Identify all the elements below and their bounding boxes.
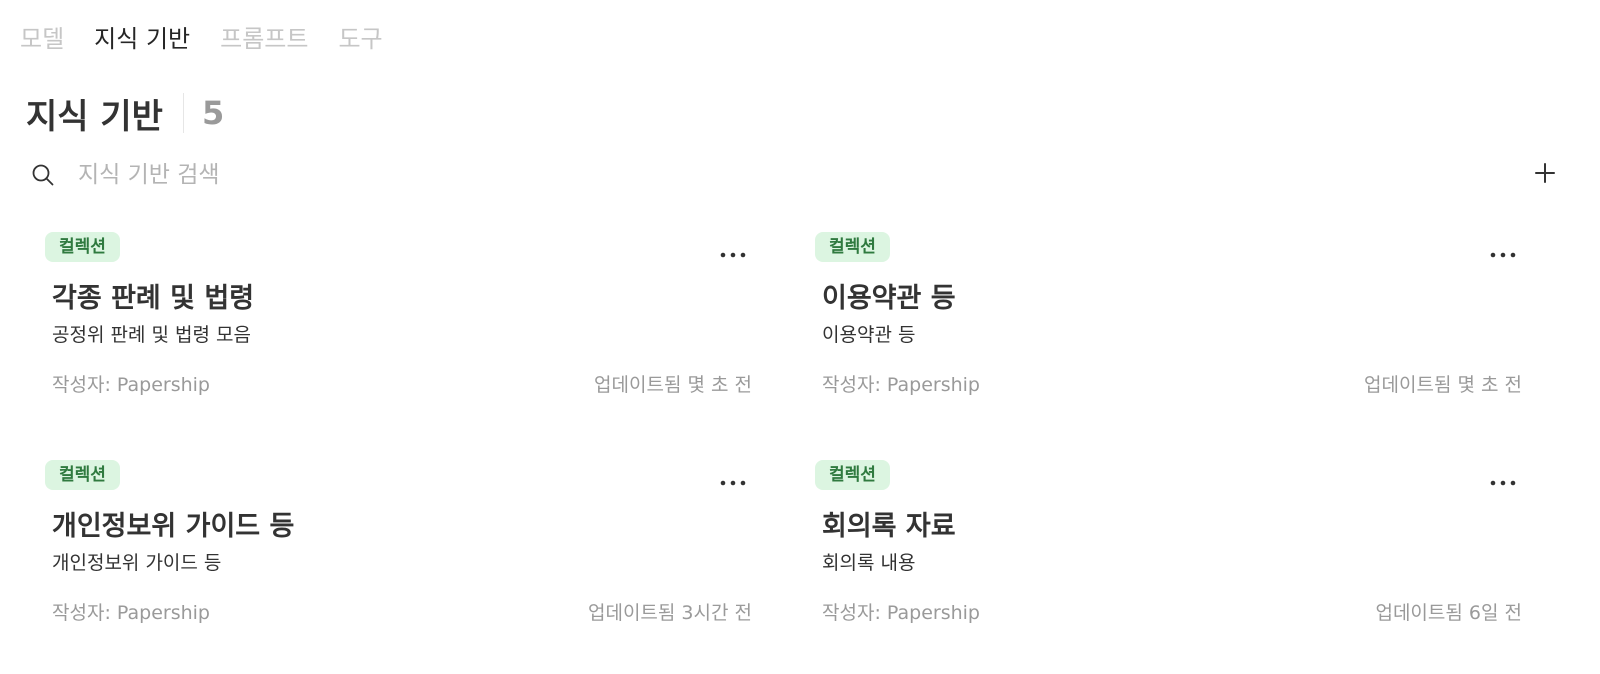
tab-tools[interactable]: 도구: [338, 22, 382, 56]
knowledge-card[interactable]: 컬렉션 이용약관 등 이용약관 등 작성자: Papership 업데이트됨 몇…: [800, 214, 1570, 442]
heading-divider: [182, 93, 184, 133]
add-knowledge-button[interactable]: [1528, 158, 1562, 192]
tab-prompts[interactable]: 프롬프트: [220, 22, 308, 56]
card-title: 각종 판례 및 법령: [52, 283, 255, 314]
card-updated-time: 업데이트됨 몇 초 전: [594, 374, 752, 396]
card-author: 작성자: Papership: [822, 602, 980, 624]
knowledge-card[interactable]: 컬렉션 회의록 자료 회의록 내용 작성자: Papership 업데이트됨 6…: [800, 442, 1570, 670]
more-options-button[interactable]: [1486, 468, 1520, 492]
card-description: 회의록 내용: [822, 552, 916, 574]
collection-badge: 컬렉션: [815, 232, 890, 262]
card-author: 작성자: Papership: [822, 374, 980, 396]
knowledge-card[interactable]: 컬렉션 각종 판례 및 법령 공정위 판례 및 법령 모음 작성자: Paper…: [30, 214, 800, 442]
card-title: 이용약관 등: [822, 283, 956, 314]
more-options-button[interactable]: [716, 240, 750, 264]
ellipsis-icon: [720, 243, 746, 262]
card-author: 작성자: Papership: [52, 374, 210, 396]
ellipsis-icon: [720, 471, 746, 490]
ellipsis-icon: [1490, 243, 1516, 262]
card-updated-time: 업데이트됨 6일 전: [1375, 602, 1522, 624]
card-description: 이용약관 등: [822, 324, 916, 346]
card-title: 개인정보위 가이드 등: [52, 511, 295, 542]
tab-models[interactable]: 모델: [20, 22, 64, 56]
knowledge-card[interactable]: 컬렉션 개인정보위 가이드 등 개인정보위 가이드 등 작성자: Papersh…: [30, 442, 800, 670]
knowledge-card-grid: 컬렉션 각종 판례 및 법령 공정위 판례 및 법령 모음 작성자: Paper…: [30, 214, 1570, 670]
search-input[interactable]: [78, 162, 778, 188]
search-icon: [30, 162, 56, 188]
collection-badge: 컬렉션: [45, 232, 120, 262]
knowledge-base-page: 모델 지식 기반 프롬프트 도구 지식 기반 5 컬렉션: [0, 0, 1600, 674]
collection-badge: 컬렉션: [45, 460, 120, 490]
item-count: 5: [201, 94, 225, 132]
more-options-button[interactable]: [1486, 240, 1520, 264]
top-tabs: 모델 지식 기반 프롬프트 도구: [20, 22, 383, 56]
card-updated-time: 업데이트됨 몇 초 전: [1364, 374, 1522, 396]
page-heading: 지식 기반 5: [26, 88, 224, 138]
search-bar: [30, 154, 1570, 196]
page-title: 지식 기반: [26, 96, 163, 137]
card-author: 작성자: Papership: [52, 602, 210, 624]
card-updated-time: 업데이트됨 3시간 전: [587, 602, 752, 624]
more-options-button[interactable]: [716, 468, 750, 492]
card-title: 회의록 자료: [822, 511, 956, 542]
collection-badge: 컬렉션: [815, 460, 890, 490]
ellipsis-icon: [1490, 471, 1516, 490]
card-description: 공정위 판례 및 법령 모음: [52, 324, 251, 346]
plus-icon: [1534, 162, 1556, 188]
tab-knowledge-base[interactable]: 지식 기반: [94, 22, 190, 56]
card-description: 개인정보위 가이드 등: [52, 552, 222, 574]
